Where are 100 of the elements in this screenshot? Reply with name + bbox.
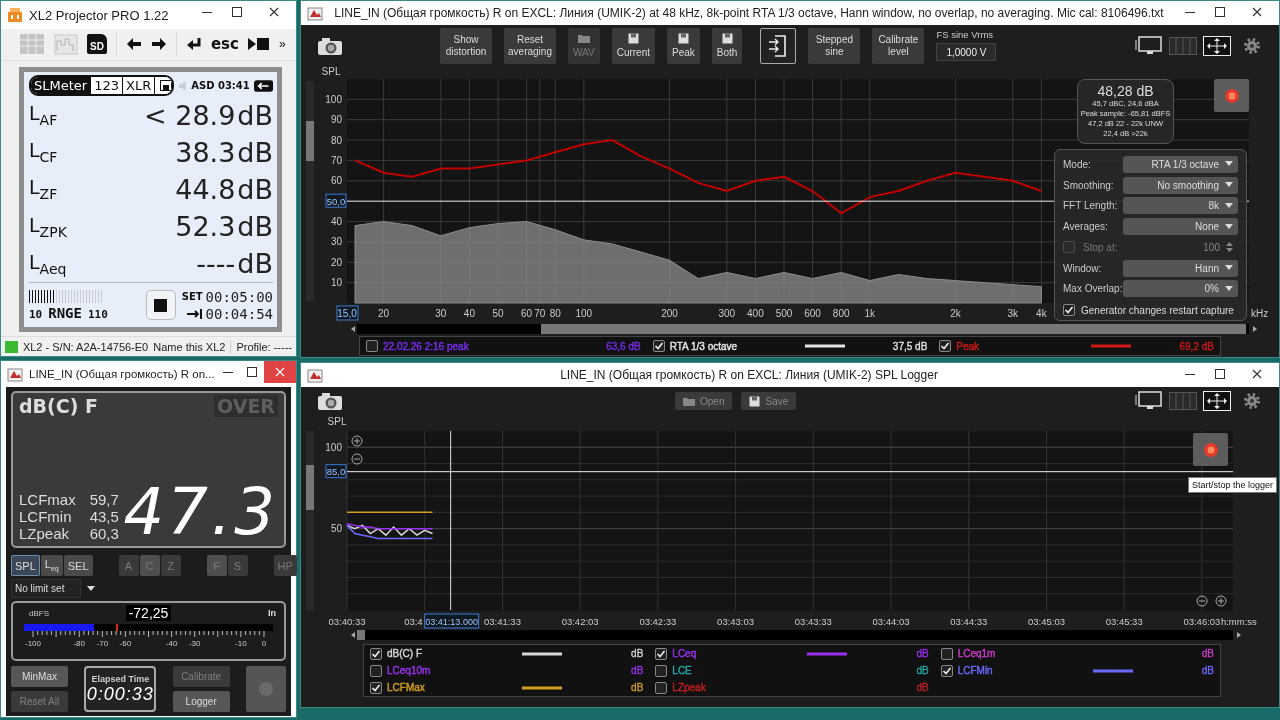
zoom-out-icon[interactable] bbox=[1196, 595, 1208, 607]
save-button[interactable]: Both bbox=[711, 28, 743, 64]
axis-label: 30 bbox=[330, 236, 342, 248]
zoom-in-icon[interactable] bbox=[1215, 595, 1227, 607]
checkbox[interactable] bbox=[940, 647, 953, 660]
time-cursor-field[interactable]: 03:41:13.000 bbox=[424, 613, 480, 629]
window-title: LINE_IN (Общая громкость) R on EXCL: Линия (UMIK-2) SPL Logger bbox=[559, 368, 939, 382]
folder-icon bbox=[683, 395, 695, 407]
checkbox[interactable] bbox=[655, 681, 668, 694]
axis-label: 60 bbox=[330, 175, 342, 187]
axis-label: 20 bbox=[378, 308, 390, 319]
toolbar-button[interactable]: Show distortion bbox=[440, 28, 492, 64]
scale-label: dBFS bbox=[28, 608, 50, 618]
sd-card-button[interactable]: SD bbox=[87, 34, 107, 55]
remaining-time: 00:04:54 bbox=[205, 305, 273, 322]
checkbox[interactable] bbox=[366, 340, 378, 352]
fullscreen-icon[interactable] bbox=[1203, 36, 1231, 56]
axis-label: 600 bbox=[804, 308, 821, 319]
tab[interactable]: SLMeter bbox=[31, 77, 91, 95]
checkbox[interactable] bbox=[1063, 304, 1075, 317]
action-button[interactable]: Logger bbox=[172, 691, 230, 712]
close-icon bbox=[1252, 369, 1262, 379]
settings-icon[interactable] bbox=[1243, 392, 1261, 410]
cursor-value-field[interactable]: 85,0 bbox=[325, 464, 347, 479]
axis-unit: h:mm:ss bbox=[1220, 616, 1257, 627]
axis-label: 03:43:03 bbox=[717, 616, 755, 627]
play-stop-icon[interactable] bbox=[247, 36, 270, 53]
setting-dropdown[interactable]: RTA 1/3 octave bbox=[1122, 155, 1238, 173]
time-cursor-line[interactable] bbox=[450, 430, 452, 611]
mode-button[interactable]: SPL bbox=[11, 555, 40, 576]
axis-label: 90 bbox=[330, 114, 342, 126]
caret-icon bbox=[1225, 202, 1233, 209]
axis-label: 50 bbox=[330, 523, 342, 535]
save-button[interactable]: Current bbox=[611, 28, 656, 64]
zoom-out-icon[interactable] bbox=[351, 453, 363, 465]
setting-dropdown[interactable]: 8k bbox=[1122, 197, 1238, 215]
toolbar-button[interactable]: Stepped sine bbox=[808, 28, 861, 64]
save-button[interactable]: Peak bbox=[667, 28, 700, 64]
checkbox[interactable] bbox=[652, 340, 665, 352]
enter-icon[interactable] bbox=[185, 36, 202, 53]
mode-button[interactable]: SEL bbox=[63, 555, 93, 576]
reading-unit: dB bbox=[237, 211, 273, 242]
cursor-line[interactable] bbox=[346, 471, 1234, 473]
more-button[interactable]: » bbox=[278, 37, 286, 52]
reading-label: L$_{ZF}$ bbox=[29, 176, 58, 203]
close-button[interactable] bbox=[264, 361, 296, 383]
import-button[interactable] bbox=[760, 28, 797, 64]
setting-dropdown[interactable]: No smoothing bbox=[1122, 176, 1238, 194]
limit-dropdown[interactable]: No limit set bbox=[11, 579, 81, 598]
axis-label: 03:44:33 bbox=[950, 616, 988, 627]
voltage-field[interactable]: 1,0000 V bbox=[936, 43, 997, 61]
monitor-icon[interactable] bbox=[1135, 36, 1163, 56]
device-name-link[interactable]: Name this XL2 bbox=[153, 340, 226, 353]
window-title: LINE_IN (Общая громкость) R on EXCL: Линия (UMIK-2) at 48 kHz, 8k-point RTA 1/3 octave, Hann window, no overlap, no averaging. Mic cal: 8106496.txt bbox=[333, 6, 1165, 20]
caret-icon[interactable] bbox=[87, 585, 95, 592]
checkbox[interactable] bbox=[939, 340, 952, 352]
stop-button[interactable] bbox=[146, 290, 176, 321]
setting-label: Smoothing: bbox=[1063, 179, 1115, 191]
setting-dropdown[interactable]: Hann bbox=[1122, 259, 1238, 277]
setting-label: Window: bbox=[1063, 262, 1103, 274]
window-title: XL2 Projector PRO 1.22 bbox=[29, 7, 170, 23]
fullscreen-icon[interactable] bbox=[1203, 391, 1231, 411]
arrow-right-icon[interactable] bbox=[150, 36, 167, 53]
checkbox[interactable] bbox=[370, 681, 382, 694]
checkbox[interactable] bbox=[940, 664, 953, 677]
legend-value: 69,2 dB bbox=[1179, 340, 1214, 352]
settings-icon[interactable] bbox=[1243, 37, 1261, 55]
vertical-scrollbar[interactable] bbox=[306, 431, 314, 610]
toolbar-button[interactable]: Reset averaging bbox=[504, 28, 556, 64]
setting-dropdown[interactable]: None bbox=[1122, 218, 1238, 236]
axis-label: 4k bbox=[1036, 308, 1047, 319]
zoom-in-icon[interactable] bbox=[351, 435, 363, 447]
save-icon[interactable] bbox=[160, 80, 172, 92]
axis-label: 70 bbox=[330, 154, 342, 166]
vertical-scrollbar[interactable] bbox=[306, 81, 314, 301]
action-button[interactable]: MinMax bbox=[11, 666, 68, 687]
cursor-value-field[interactable]: 50,0 bbox=[325, 193, 347, 208]
axis-label: 50 bbox=[492, 308, 504, 319]
speaker-icon bbox=[177, 79, 188, 92]
legend-value: dB bbox=[916, 665, 929, 676]
legend-value: dB bbox=[631, 648, 644, 659]
set-label: SET bbox=[181, 291, 203, 303]
setting-label: Averages: bbox=[1063, 221, 1109, 233]
camera-icon[interactable] bbox=[317, 391, 343, 411]
mode-button[interactable]: L$_{eq}$ bbox=[40, 555, 63, 576]
camera-icon[interactable] bbox=[317, 36, 343, 56]
checkbox[interactable] bbox=[370, 664, 382, 677]
axis-label: 200 bbox=[661, 308, 678, 319]
checkbox[interactable] bbox=[655, 664, 668, 677]
axis-min-field[interactable]: 15,0 bbox=[336, 305, 359, 321]
record-button[interactable] bbox=[1193, 433, 1228, 466]
toolbar-button[interactable]: Calibrate level bbox=[872, 28, 925, 64]
checkbox[interactable] bbox=[655, 647, 668, 660]
record-button[interactable] bbox=[1214, 79, 1249, 112]
setting-label: Max Overlap: bbox=[1063, 283, 1123, 295]
checkbox[interactable] bbox=[370, 647, 382, 660]
monitor-icon[interactable] bbox=[1135, 391, 1163, 411]
setting-dropdown[interactable]: 0% bbox=[1122, 280, 1238, 298]
legend-label: dB(C) F bbox=[387, 648, 423, 659]
esc-button[interactable]: esc bbox=[210, 35, 239, 54]
